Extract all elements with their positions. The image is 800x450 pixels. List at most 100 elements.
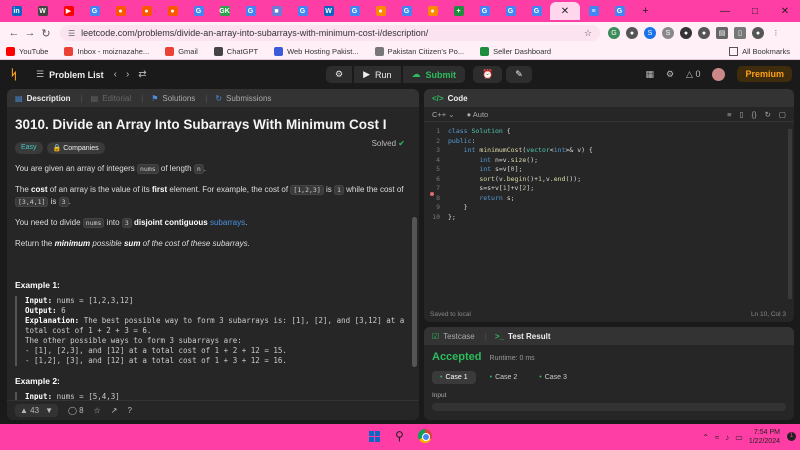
windows-start-icon[interactable] <box>369 431 380 442</box>
browser-tab[interactable]: ≡ <box>581 2 606 20</box>
extension-icon[interactable]: ● <box>698 27 710 39</box>
wifi-icon[interactable]: ≈ <box>715 433 719 442</box>
chrome-icon[interactable] <box>418 429 432 443</box>
description-scrollbar[interactable] <box>412 217 417 367</box>
subarrays-link[interactable]: subarrays <box>210 218 245 227</box>
run-button[interactable]: ▶ Run <box>354 66 401 83</box>
fullscreen-icon[interactable]: ▢ <box>779 110 786 119</box>
profile-icon[interactable]: ● <box>752 27 764 39</box>
browser-tab[interactable]: ● <box>420 2 445 20</box>
reset-icon[interactable]: ↻ <box>765 110 771 119</box>
extension-icon[interactable]: G <box>608 27 620 39</box>
browser-tab[interactable]: G <box>498 2 523 20</box>
tab-testcase[interactable]: ☑ Testcase <box>432 332 475 341</box>
timer-button[interactable]: ⏰ <box>473 66 503 83</box>
browser-tab[interactable]: G <box>238 2 263 20</box>
forward-icon[interactable]: → <box>22 27 38 39</box>
active-browser-tab[interactable]: ✕ <box>550 2 580 20</box>
close-icon[interactable]: ✕ <box>770 6 800 17</box>
extension-icon[interactable]: S <box>662 27 674 39</box>
tab-test-result[interactable]: >_ Test Result <box>495 332 551 341</box>
avatar[interactable] <box>712 67 726 81</box>
tab-description[interactable]: ▤ Description <box>15 94 71 103</box>
browser-tab[interactable]: + <box>446 2 471 20</box>
browser-tab[interactable]: ● <box>134 2 159 20</box>
upvote-button[interactable]: ▲ 43 <box>20 406 39 415</box>
downvote-button[interactable]: ▼ <box>45 406 53 415</box>
mode-toggle[interactable]: ● Auto <box>467 110 489 119</box>
browser-tab[interactable]: ● <box>368 2 393 20</box>
editor-scrollbar[interactable] <box>788 129 792 299</box>
leetcode-logo-icon[interactable]: ᛋ <box>10 67 22 82</box>
browser-tab[interactable]: W <box>316 2 341 20</box>
settings-gear-icon[interactable]: ⚙ <box>666 69 674 80</box>
shuffle-icon[interactable]: ⇄ <box>138 69 146 80</box>
puzzle-icon[interactable]: ▤ <box>716 27 728 39</box>
problem-list-button[interactable]: ☰ Problem List <box>36 69 104 80</box>
notification-badge[interactable]: 1 <box>787 432 796 441</box>
site-info-icon[interactable]: ☰ <box>68 29 75 38</box>
tab-code[interactable]: </> Code <box>432 94 468 103</box>
comments-button[interactable]: ◯ 8 <box>68 406 84 415</box>
breakpoint-marker[interactable] <box>430 192 434 196</box>
bookmark-icon[interactable]: ▯ <box>739 110 743 119</box>
layout-icon[interactable]: ▦ <box>645 69 654 80</box>
code-icon[interactable]: {} <box>752 110 757 119</box>
notes-button[interactable]: ✎ <box>506 66 532 83</box>
browser-tab[interactable]: G <box>342 2 367 20</box>
streak-counter[interactable]: △ 0 <box>686 69 700 80</box>
new-tab-button[interactable]: + <box>633 2 658 20</box>
bookmark-item[interactable]: ChatGPT <box>213 47 258 56</box>
clock[interactable]: 7:54 PM 1/22/2024 <box>749 428 780 446</box>
submit-button[interactable]: ☁ Submit <box>402 66 466 83</box>
reload-icon[interactable]: ↻ <box>38 27 54 40</box>
case-tab[interactable]: • Case 3 <box>531 371 575 384</box>
companies-button[interactable]: 🔒 Companies <box>46 142 105 154</box>
chevron-up-icon[interactable]: ⌃ <box>702 433 709 442</box>
bookmark-item[interactable]: Gmail <box>165 47 198 56</box>
all-bookmarks[interactable]: All Bookmarks <box>729 47 790 56</box>
battery-icon[interactable]: ▭ <box>735 433 743 442</box>
prev-problem-icon[interactable]: ‹ <box>114 69 117 80</box>
browser-tab[interactable]: G <box>290 2 315 20</box>
browser-tab[interactable]: G <box>524 2 549 20</box>
bookmark-item[interactable]: Pakistan Citizen's Po... <box>374 47 464 56</box>
browser-tab[interactable]: W <box>30 2 55 20</box>
tab-solutions[interactable]: ⚑ Solutions <box>151 94 195 103</box>
volume-icon[interactable]: ♪ <box>725 433 729 442</box>
browser-tab[interactable]: G <box>82 2 107 20</box>
debug-button[interactable]: ⚙ <box>326 66 353 83</box>
case-tab[interactable]: • Case 2 <box>482 371 526 384</box>
extension-icon[interactable]: S <box>644 27 656 39</box>
browser-tab[interactable]: G <box>394 2 419 20</box>
browser-tab[interactable]: in <box>4 2 29 20</box>
language-select[interactable]: C++ ⌄ <box>432 110 455 119</box>
sidebar-icon[interactable]: ▯ <box>734 27 746 39</box>
bookmark-star-icon[interactable]: ☆ <box>584 28 592 39</box>
bookmark-item[interactable]: Seller Dashboard <box>480 47 551 56</box>
format-icon[interactable]: ≡ <box>727 110 731 119</box>
premium-button[interactable]: Premium <box>737 66 792 82</box>
browser-tab[interactable]: ● <box>160 2 185 20</box>
maximize-icon[interactable]: □ <box>740 6 770 17</box>
help-icon[interactable]: ? <box>128 406 132 415</box>
tab-submissions[interactable]: ↻ Submissions <box>215 94 271 103</box>
bookmark-item[interactable]: YouTube <box>6 47 48 56</box>
url-input[interactable]: ☰ leetcode.com/problems/divide-an-array-… <box>60 25 600 41</box>
close-tab-icon[interactable]: ✕ <box>561 6 569 17</box>
case-tab[interactable]: • Case 1 <box>432 371 476 384</box>
bookmark-item[interactable]: Inbox - moiznazahe... <box>64 47 149 56</box>
browser-tab[interactable]: G <box>472 2 497 20</box>
favorite-star-icon[interactable]: ☆ <box>94 406 101 415</box>
extension-icon[interactable]: ● <box>626 27 638 39</box>
tab-editorial[interactable]: ▤ Editorial <box>91 94 131 103</box>
extension-icon[interactable]: ● <box>680 27 692 39</box>
search-icon[interactable]: ⚲ <box>395 429 404 443</box>
share-icon[interactable]: ↗ <box>111 406 118 415</box>
browser-tab[interactable]: ▶ <box>56 2 81 20</box>
back-icon[interactable]: ← <box>6 27 22 39</box>
browser-tab[interactable]: G <box>186 2 211 20</box>
code-editor[interactable]: 1 class Solution { 2 public: 3 int minimum… <box>424 122 794 302</box>
browser-tab[interactable]: ● <box>108 2 133 20</box>
browser-tab[interactable]: G <box>607 2 632 20</box>
